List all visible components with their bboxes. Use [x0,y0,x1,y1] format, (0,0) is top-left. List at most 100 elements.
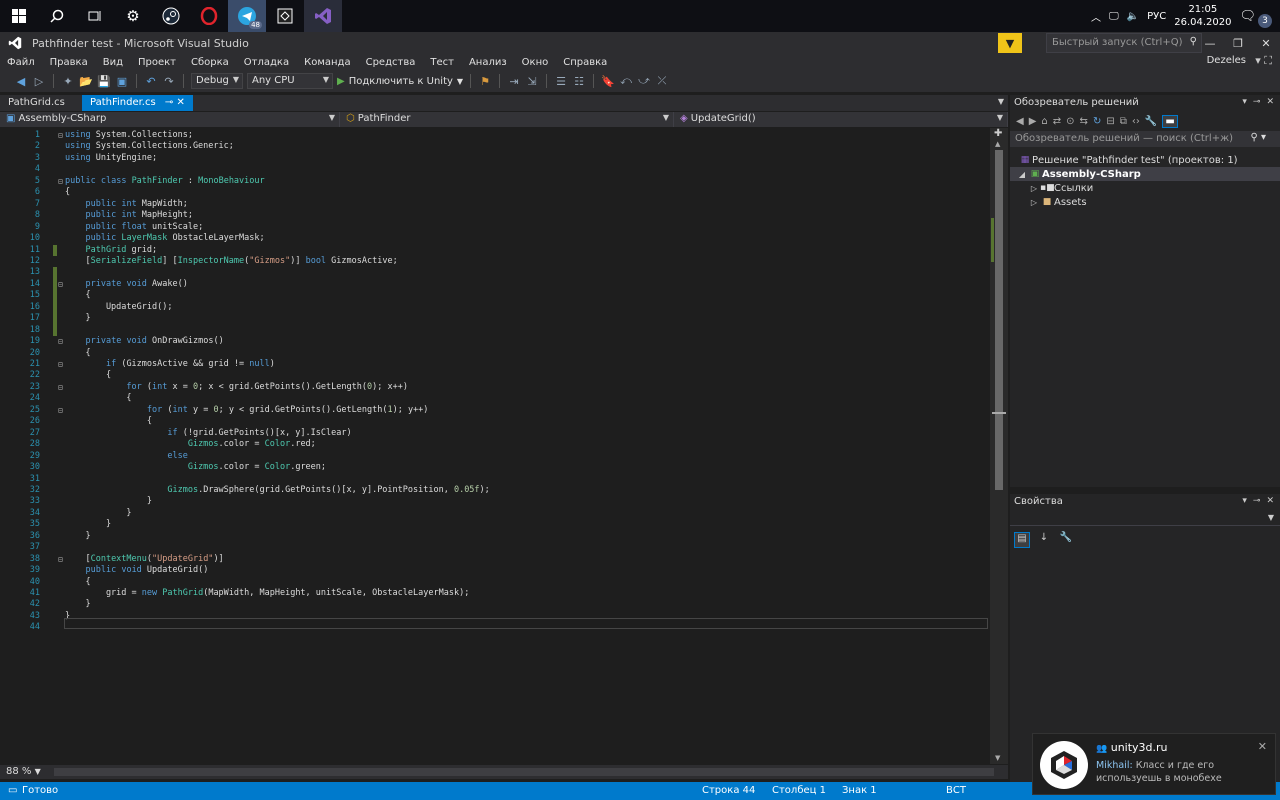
close-icon[interactable]: ✕ [1266,496,1274,506]
code-line[interactable]: 40 { [0,577,990,588]
code-line[interactable]: 29 else [0,451,990,462]
attach-to-unity-button[interactable]: ▶ Подключить к Unity ▼ [337,76,463,87]
account-user-menu[interactable]: Dezeles [1207,55,1246,66]
step-icon[interactable]: ⇥ [507,75,521,88]
categorized-view-icon[interactable]: ▤ [1014,532,1030,548]
code-editor[interactable]: 1 ⊟ using System.Collections; 2 using System… [0,128,1008,764]
solution-search-input[interactable]: Обозреватель решений — поиск (Ctrl+ж) ⚲ … [1010,131,1280,147]
switch-views-icon[interactable]: ⇄ [1053,116,1061,127]
menu-debug[interactable]: Отладка [237,57,297,68]
save-icon[interactable]: 💾 [97,75,111,88]
properties-object-dropdown[interactable]: ▼ [1010,510,1280,526]
network-icon[interactable]: 🖵 [1109,11,1119,22]
telegram-toast-notification[interactable]: 👥 unity3d.ru Mikhail: Класс и где его ис… [1032,733,1276,795]
code-line[interactable]: 39 public void UpdateGrid() [0,565,990,576]
menu-window[interactable]: Окно [515,57,557,68]
clear-bookmarks-icon[interactable]: ⤫ [655,74,669,88]
code-line[interactable]: 33 } [0,496,990,507]
action-center-icon[interactable]: 🗨 [1239,9,1256,24]
code-line[interactable]: 23 ⊟ for (int x = 0; x < grid.GetPoints()… [0,382,990,393]
zoom-level-dropdown[interactable]: 88 % ▼ [4,765,50,779]
pin-icon[interactable]: ⊸ [1253,496,1261,506]
properties-wrench-icon[interactable]: 🔧 [1145,116,1157,127]
panel-options-icon[interactable]: ▾ [1242,97,1247,107]
code-line[interactable]: 15 { [0,290,990,302]
save-all-icon[interactable]: ▣ [115,75,129,88]
alphabetical-view-icon[interactable]: ↓ [1036,532,1052,548]
restore-button[interactable]: ❐ [1224,32,1252,54]
step-into-icon[interactable]: ⇲ [525,75,539,88]
collapse-outline-icon[interactable]: ⊟ [58,336,63,347]
visual-studio-icon[interactable] [304,0,342,32]
task-view-icon[interactable] [76,0,114,32]
tree-item-solution[interactable]: ▦ Решение "Pathfinder test" (проектов: 1… [1010,153,1280,167]
tab-pathgrid[interactable]: PathGrid.cs [0,95,73,111]
navigate-back-icon[interactable]: ◀ [14,75,28,88]
property-pages-wrench-icon[interactable]: 🔧 [1058,532,1074,548]
code-line[interactable]: 2 using System.Collections.Generic; [0,141,990,152]
pending-changes-filter-icon[interactable]: ⊙ [1066,116,1074,127]
collapse-outline-icon[interactable]: ⊟ [58,176,63,187]
pin-icon[interactable]: ⊸ [165,97,173,108]
forward-icon[interactable]: ▶ [1029,116,1037,127]
code-line[interactable]: 5 ⊟ public class PathFinder : MonoBehaviou… [0,176,990,187]
collapse-outline-icon[interactable]: ⊟ [58,359,63,370]
preview-selected-icon[interactable]: ▬ [1162,114,1178,128]
tab-list-dropdown-icon[interactable]: ▼ [998,97,1004,106]
steam-icon[interactable] [152,0,190,32]
tree-item-assets[interactable]: ▷ ■ Assets [1010,195,1280,209]
code-line[interactable]: 10 public LayerMask ObstacleLayerMask; [0,233,990,244]
collapse-outline-icon[interactable]: ⊟ [58,130,63,141]
tree-item-references[interactable]: ▷ ▪■ Ссылки [1010,181,1280,195]
code-line[interactable]: 30 Gizmos.color = Color.green; [0,462,990,473]
close-button[interactable]: ✕ [1252,32,1280,54]
solution-configuration-dropdown[interactable]: Debug ▼ [191,73,243,89]
browser-link-icon[interactable]: ⚑ [478,75,492,88]
uncomment-lines-icon[interactable]: ☷ [572,75,586,88]
comment-lines-icon[interactable]: ☰ [554,75,568,88]
code-line[interactable]: 3 using UnityEngine; [0,153,990,164]
code-line[interactable]: 20 { [0,348,990,359]
code-line[interactable]: 38 ⊟ [ContextMenu("UpdateGrid")] [0,554,990,565]
code-line[interactable]: 34 } [0,508,990,519]
open-file-icon[interactable]: 📂 [79,75,93,88]
collapse-outline-icon[interactable]: ⊟ [58,382,63,393]
back-icon[interactable]: ◀ [1016,116,1024,127]
pin-icon[interactable]: ⊸ [1253,97,1261,107]
scroll-down-arrow-icon[interactable]: ▼ [995,754,1000,762]
menu-build[interactable]: Сборка [184,57,237,68]
navigate-forward-icon[interactable]: ▷ [32,75,46,88]
settings-gear-icon[interactable]: ⚙ [114,0,152,32]
close-icon[interactable]: ✕ [1258,740,1267,753]
collapse-outline-icon[interactable]: ⊟ [58,554,63,565]
code-line[interactable]: 36 } [0,531,990,542]
code-line[interactable]: 24 { [0,393,990,404]
tab-pathfinder[interactable]: PathFinder.cs ⊸ ✕ [82,95,193,111]
collapse-outline-icon[interactable]: ⊟ [58,279,63,290]
project-dropdown[interactable]: ▣ Assembly-CSharp ▼ [0,112,340,127]
menu-help[interactable]: Справка [556,57,615,68]
code-line[interactable]: 28 Gizmos.color = Color.red; [0,439,990,450]
collapse-outline-icon[interactable]: ⊟ [58,405,63,416]
expand-arrow-icon[interactable]: ▷ [1028,184,1040,193]
solution-platform-dropdown[interactable]: Any CPU ▼ [247,73,333,89]
split-editor-icon[interactable]: ✚ [994,128,1002,139]
windows-start-icon[interactable] [0,0,38,32]
undo-icon[interactable]: ↶ [144,75,158,88]
collapse-arrow-icon[interactable]: ◢ [1016,170,1028,179]
code-line[interactable]: 8 public int MapHeight; [0,210,990,221]
chevron-up-icon[interactable]: ︿ [1091,9,1101,24]
scroll-up-arrow-icon[interactable]: ▲ [995,140,1000,148]
code-line[interactable]: 35 } [0,519,990,530]
show-all-files-icon[interactable]: ⧉ [1120,116,1127,127]
code-line[interactable]: 21 ⊟ if (GizmosActive && grid != null) [0,359,990,370]
code-line[interactable]: 7 public int MapWidth; [0,199,990,210]
code-line[interactable]: 22 { [0,370,990,381]
speaker-icon[interactable]: 🔈 [1127,11,1139,22]
close-icon[interactable]: ✕ [176,97,184,108]
menu-view[interactable]: Вид [96,57,131,68]
code-line[interactable]: 11 PathGrid grid; [0,244,990,256]
feedback-filter-icon[interactable]: ▼ [998,33,1022,53]
telegram-icon[interactable]: 48 [228,0,266,32]
home-icon[interactable]: ⌂ [1041,116,1047,127]
